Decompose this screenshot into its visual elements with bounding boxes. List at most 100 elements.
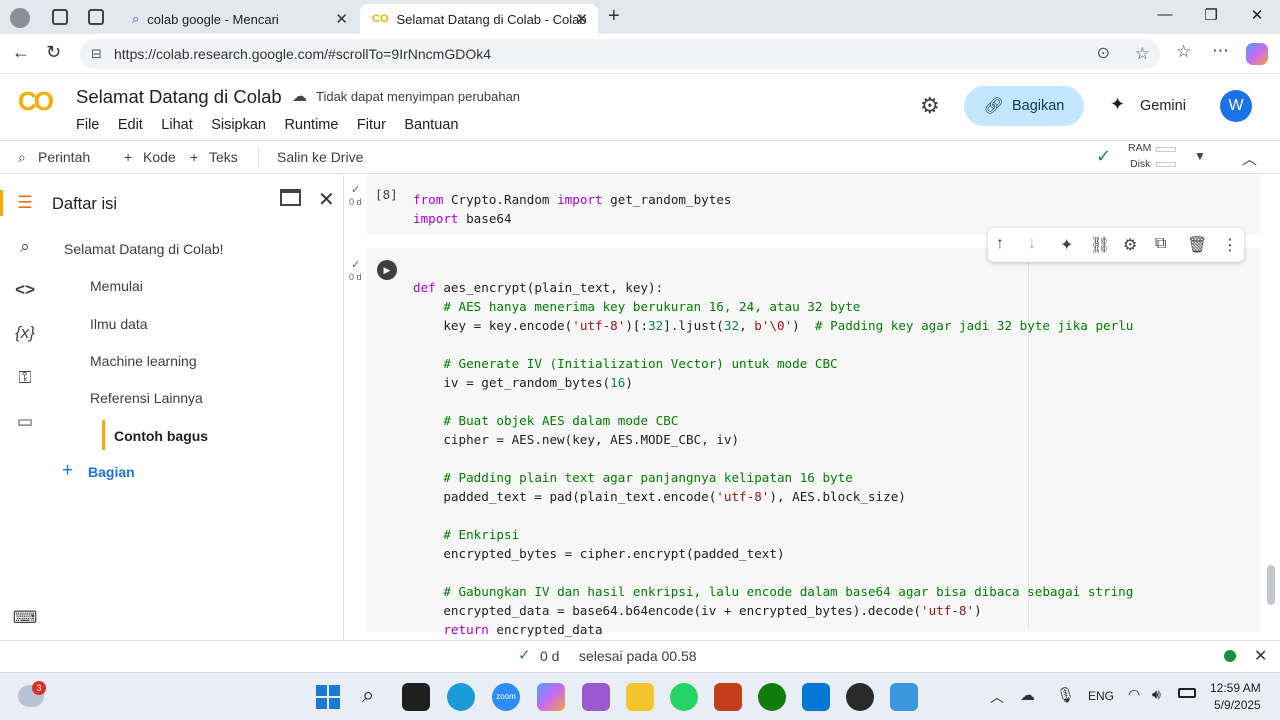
notebook-title[interactable]: Selamat Datang di Colab [76,86,282,108]
code-snippets-icon[interactable]: <> [12,277,38,303]
taskbar-search-icon[interactable]: ⌕ [362,682,374,708]
workspaces-icon[interactable] [52,9,68,25]
photos-app-icon[interactable] [582,683,610,711]
address-bar: ← ↻ ⊟ https://colab.research.google.com/… [0,34,1280,74]
show-hidden-icons[interactable]: ︿ [990,687,1004,707]
copy-to-drive-button[interactable]: Salin ke Drive [277,149,363,165]
tab-actions-icon[interactable] [88,9,104,25]
move-up-icon[interactable]: ↑ [996,235,1004,253]
battery-icon[interactable] [1178,688,1196,698]
reload-icon[interactable]: ↻ [46,42,61,63]
menu-edit[interactable]: Edit [118,117,143,133]
move-down-icon[interactable]: ↓ [1028,235,1036,253]
toc-item[interactable]: Memulai [90,278,143,294]
share-button[interactable]: 🔗︎ Bagikan [964,86,1084,126]
volume-icon[interactable]: 🔊︎ [1152,686,1161,703]
delete-icon[interactable]: 🗑︎ [1187,235,1207,255]
resources-dropdown-icon[interactable]: ▼ [1194,149,1206,163]
toc-item[interactable]: Ilmu data [90,316,148,332]
toc-item[interactable]: Machine learning [90,353,197,369]
onedrive-icon[interactable]: ☁ [1020,686,1035,704]
code-editor[interactable]: from Crypto.Random import get_random_byt… [413,171,732,228]
menu-view[interactable]: Lihat [161,117,192,133]
notepad-icon[interactable] [890,683,918,711]
add-code-button[interactable]: Kode [143,149,176,165]
add-text-button[interactable]: Teks [209,149,238,165]
zoom-app-icon[interactable]: zoom [492,683,520,711]
menu-help[interactable]: Bantuan [404,117,458,133]
open-in-tab-icon[interactable] [280,189,301,206]
language-indicator[interactable]: ENG [1088,689,1114,703]
cloud-off-icon: ☁ [292,88,307,105]
close-panel-icon[interactable]: ✕ [318,187,335,212]
menu-tools[interactable]: Fitur [357,117,386,133]
restore-icon[interactable]: ❐ [1188,6,1234,24]
secrets-key-icon[interactable]: ⚿ [12,365,38,391]
clock-time[interactable]: 12:59 AM [1210,681,1261,695]
colab-logo[interactable]: CO [18,86,54,117]
cell-toolbar: ↑ ↓ ✦ ⛓ ⚙ ⧉ 🗑︎ ⋮ [988,228,1244,262]
avatar[interactable]: W [1220,90,1252,122]
task-view-icon[interactable] [402,683,430,711]
back-icon[interactable]: ← [12,42,30,63]
clock-date[interactable]: 5/9/2025 [1214,698,1261,712]
command-palette-button[interactable]: Perintah [38,149,90,165]
variables-icon[interactable]: {x} [12,320,38,346]
site-info-icon[interactable]: ⊟ [91,39,102,69]
microphone-icon[interactable]: 🎙︎ [1056,686,1075,704]
close-tab-icon[interactable]: ✕ [575,10,588,28]
menu-file[interactable]: File [76,117,99,133]
code-editor[interactable]: def aes_encrypt(plain_text, key): # AES … [413,259,1133,639]
powerpoint-icon[interactable] [714,683,742,711]
minimize-icon[interactable]: — [1142,6,1188,23]
file-explorer-icon[interactable] [626,683,654,711]
obs-app-icon[interactable] [846,683,874,711]
favorites-icon[interactable]: ☆ [1176,42,1191,62]
settings-gear-icon[interactable]: ⚙ [920,93,940,119]
find-replace-icon[interactable]: ⌕ [12,234,38,260]
notification-badge: 3 [32,681,46,695]
terminal-icon[interactable]: ⌨ [12,605,38,631]
files-folder-icon[interactable]: ▭ [12,409,38,435]
mirror-cell-icon[interactable]: ⧉ [1155,235,1166,253]
collapse-header-icon[interactable]: ︿ [1242,148,1257,169]
url-field[interactable]: ⊟ https://colab.research.google.com/#scr… [80,39,1160,69]
more-actions-icon[interactable]: ⋮ [1222,235,1238,255]
table-of-contents-icon[interactable]: ☰ [12,190,38,216]
completion-status[interactable]: selesai pada 00.58 [579,648,697,664]
close-status-icon[interactable]: ✕ [1254,646,1267,666]
more-options-icon[interactable]: ⋯ [1212,41,1229,61]
vscode-icon[interactable] [802,683,830,711]
extensions-icon[interactable]: ⊙ [1097,39,1110,69]
menu-insert[interactable]: Sisipkan [211,117,266,133]
copilot-icon[interactable] [1246,43,1268,65]
profile-icon[interactable] [10,8,30,28]
toc-item[interactable]: Selamat Datang di Colab! [64,241,224,257]
link-icon[interactable]: ⛓ [1090,235,1110,255]
new-tab-button[interactable]: + [608,5,620,28]
tab-colab-search[interactable]: ⌕ colab google - Mencari ✕ [120,4,358,34]
whatsapp-icon[interactable] [670,683,698,711]
favorite-star-icon[interactable]: ☆ [1135,39,1150,69]
gemini-sparkle-icon[interactable]: ✦ [1060,235,1073,255]
wifi-icon[interactable]: ◠ [1128,686,1140,703]
scrollbar-thumb[interactable] [1267,565,1275,605]
tab-colab-welcome[interactable]: CO Selamat Datang di Colab - Colab ✕ [360,4,598,34]
gemini-button[interactable]: Gemini [1140,98,1186,114]
gemini-icon[interactable]: ✦ [1110,94,1125,115]
copilot-app-icon[interactable] [537,683,565,711]
cell-settings-icon[interactable]: ⚙ [1123,235,1137,255]
cell-run-check-icon: ✓ [351,259,361,271]
edge-browser-icon[interactable] [447,683,475,711]
close-window-icon[interactable]: ✕ [1234,6,1280,24]
add-section-button[interactable]: Bagian [88,464,135,480]
search-icon: ⌕ [18,149,26,165]
connected-check-icon: ✓ [1096,146,1112,166]
run-cell-button[interactable]: ▶ [377,260,397,280]
toc-item[interactable]: Referensi Lainnya [90,390,203,406]
xbox-icon[interactable] [758,683,786,711]
toc-item-active[interactable]: Contoh bagus [114,428,208,444]
close-tab-icon[interactable]: ✕ [335,10,348,28]
menu-runtime[interactable]: Runtime [284,117,338,133]
start-windows-icon[interactable] [316,685,340,709]
